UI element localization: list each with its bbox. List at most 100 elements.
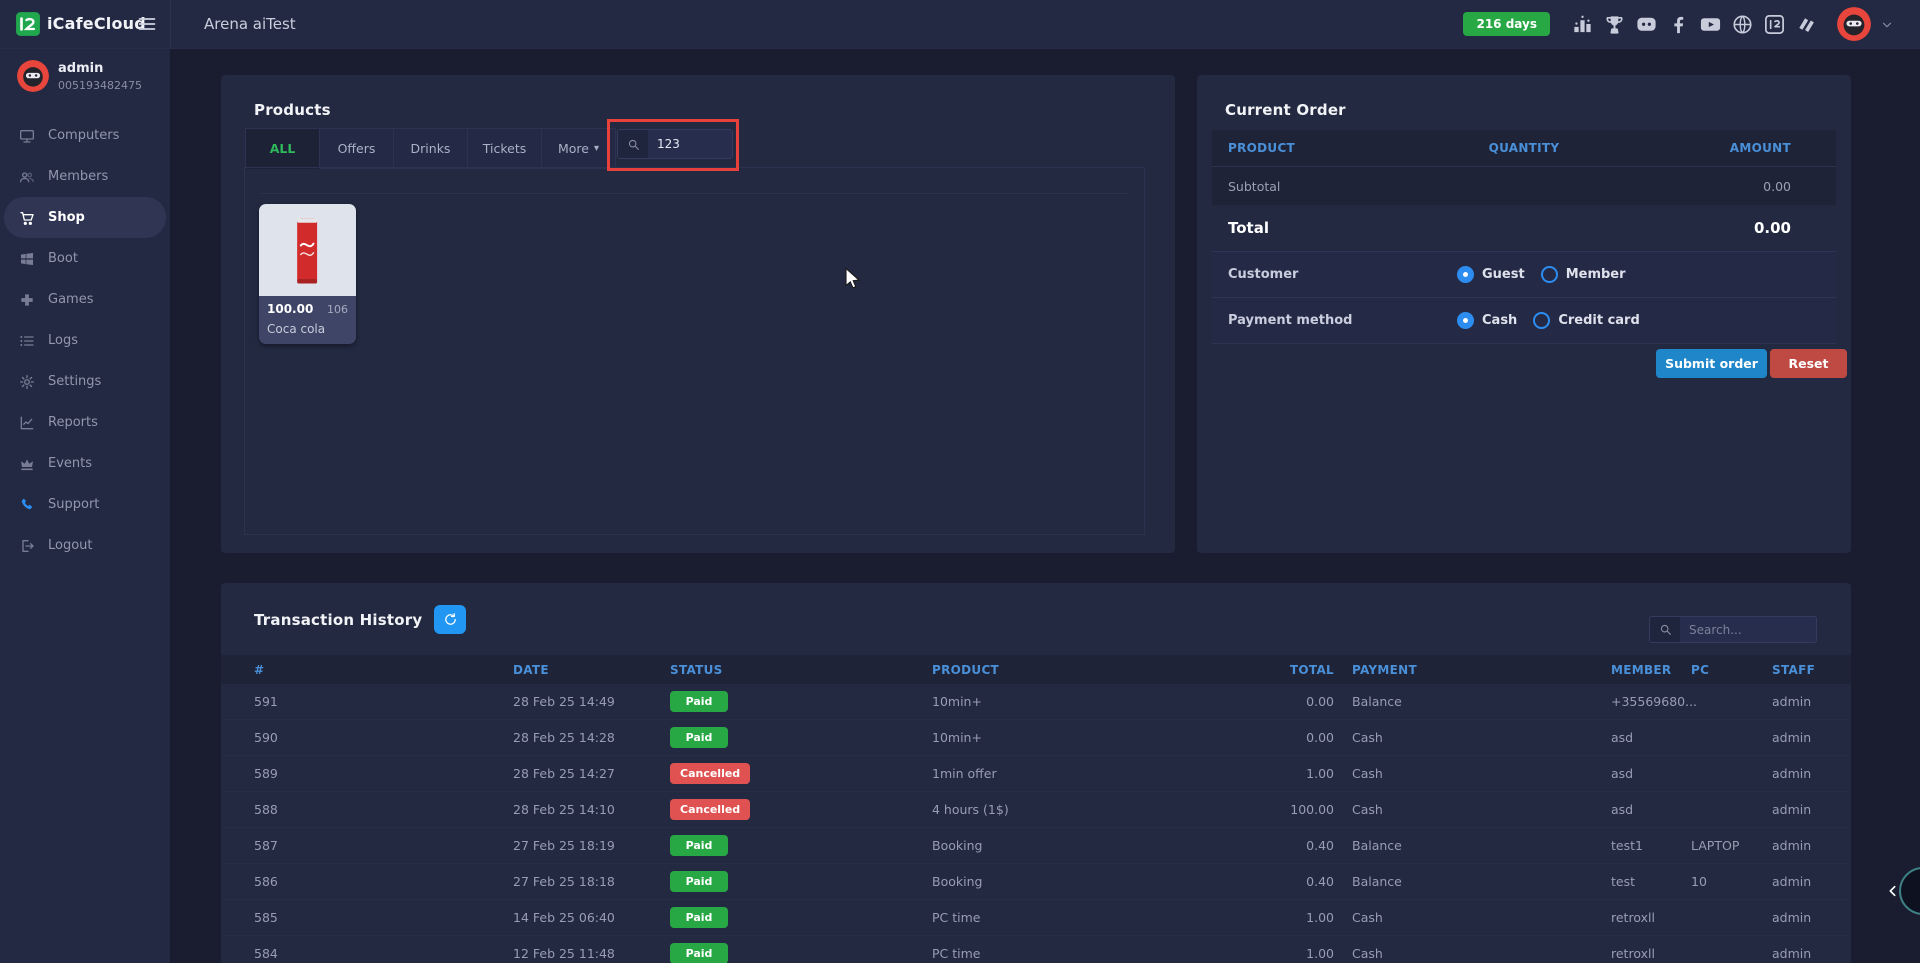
- sidebar-item-shop[interactable]: Shop: [4, 197, 166, 238]
- radio-credit-card[interactable]: Credit card: [1533, 312, 1639, 329]
- customer-radio-group: Guest Member: [1457, 266, 1626, 283]
- transactions-table: #DATESTATUSPRODUCTTOTALPAYMENTMEMBERPCST…: [221, 655, 1851, 963]
- products-separator: [261, 193, 1128, 194]
- column-header-product: PRODUCT: [1212, 141, 1420, 155]
- ranking-icon[interactable]: [1571, 13, 1594, 36]
- transactions-search-input[interactable]: [1680, 617, 1816, 642]
- chevron-down-icon[interactable]: [1880, 17, 1894, 31]
- table-row[interactable]: 58514 Feb 25 06:40PaidPC time1.00Cashret…: [221, 900, 1851, 936]
- gamepad-icon: [19, 292, 35, 308]
- status-badge: Paid: [670, 907, 728, 928]
- radio-label: Member: [1566, 267, 1626, 282]
- logout-icon: [19, 538, 35, 554]
- sidebar-item-games[interactable]: Games: [0, 279, 170, 320]
- layers-icon[interactable]: [1795, 13, 1818, 36]
- sidebar-item-label: Boot: [48, 251, 78, 266]
- products-title: Products: [254, 101, 331, 119]
- sidebar: admin 005193482475 ComputersMembers Shop B…: [0, 48, 170, 963]
- current-order-header: PRODUCT QUANTITY AMOUNT: [1212, 130, 1836, 166]
- sidebar-item-members[interactable]: Members: [0, 156, 170, 197]
- table-row[interactable]: 58928 Feb 25 14:27Cancelled1min offer1.0…: [221, 756, 1851, 792]
- products-grid: 100.00106Coca cola: [259, 204, 356, 344]
- refresh-button[interactable]: [434, 605, 466, 634]
- radio-member[interactable]: Member: [1541, 266, 1626, 283]
- transaction-history-head: Transaction History: [254, 605, 466, 634]
- column-header-id: #: [254, 663, 513, 677]
- submit-order-button[interactable]: Submit order: [1656, 349, 1767, 378]
- sidebar-item-label: Logs: [48, 333, 78, 348]
- tab-more[interactable]: More▾: [542, 128, 616, 169]
- sidebar-item-computers[interactable]: Computers: [0, 115, 170, 156]
- panel-toggle-button[interactable]: [1899, 867, 1920, 915]
- reset-button[interactable]: Reset: [1770, 349, 1847, 378]
- payment-method-label: Payment method: [1212, 313, 1352, 328]
- status-badge: Paid: [670, 835, 728, 856]
- sidebar-item-label: Settings: [48, 374, 101, 389]
- transactions-body: 59128 Feb 25 14:49Paid10min+0.00Balance+…: [221, 684, 1851, 963]
- product-card[interactable]: 100.00106Coca cola: [259, 204, 356, 344]
- trophy-icon[interactable]: [1603, 13, 1626, 36]
- payment-method-row: Payment method Cash Credit card: [1212, 297, 1836, 344]
- phone-icon: [19, 497, 35, 513]
- tab-drinks[interactable]: Drinks: [394, 128, 468, 169]
- current-order-title: Current Order: [1225, 101, 1346, 119]
- tab-all[interactable]: ALL: [245, 128, 320, 169]
- tab-offers[interactable]: Offers: [320, 128, 394, 169]
- sidebar-item-settings[interactable]: Settings: [0, 361, 170, 402]
- refresh-icon: [443, 612, 458, 627]
- menu-icon[interactable]: [137, 14, 157, 34]
- product-name: Coca cola: [267, 322, 348, 336]
- youtube-icon[interactable]: [1699, 13, 1722, 36]
- table-row[interactable]: 58727 Feb 25 18:19PaidBooking0.40Balance…: [221, 828, 1851, 864]
- discord-icon[interactable]: [1635, 13, 1658, 36]
- status-badge: Paid: [670, 943, 728, 963]
- windows-icon: [19, 251, 35, 267]
- tab-tickets[interactable]: Tickets: [468, 128, 542, 169]
- sidebar-item-label: Reports: [48, 415, 98, 430]
- table-row[interactable]: 58412 Feb 25 11:48PaidPC time1.00Cashret…: [221, 936, 1851, 963]
- license-badge[interactable]: 216 days: [1463, 12, 1550, 36]
- products-panel: Products ALLOffersDrinksTicketsMore▾ 100…: [221, 75, 1175, 553]
- table-row[interactable]: 59028 Feb 25 14:28Paid10min+0.00Cashasda…: [221, 720, 1851, 756]
- chart-icon: [19, 415, 35, 431]
- sidebar-item-events[interactable]: Events: [0, 443, 170, 484]
- sidebar-item-reports[interactable]: Reports: [0, 402, 170, 443]
- total-value: 0.00: [1628, 219, 1836, 237]
- sidebar-user[interactable]: admin 005193482475: [0, 48, 170, 110]
- user-avatar[interactable]: [1837, 7, 1871, 41]
- product-price: 100.00: [267, 302, 313, 316]
- column-header-quantity: QUANTITY: [1420, 141, 1628, 155]
- radio-circle: [1541, 266, 1558, 283]
- globe-icon[interactable]: [1731, 13, 1754, 36]
- column-header-staff: STAFF: [1772, 663, 1851, 677]
- sidebar-item-boot[interactable]: Boot: [0, 238, 170, 279]
- brand-name: iCafeCloud: [47, 14, 146, 33]
- radio-circle: [1533, 312, 1550, 329]
- sidebar-item-logs[interactable]: Logs: [0, 320, 170, 361]
- table-row[interactable]: 59128 Feb 25 14:49Paid10min+0.00Balance+…: [221, 684, 1851, 720]
- sidebar-item-label: Events: [48, 456, 92, 471]
- radio-guest[interactable]: Guest: [1457, 266, 1525, 283]
- products-search-input[interactable]: [648, 130, 732, 158]
- status-badge: Paid: [670, 727, 728, 748]
- list-icon: [19, 333, 35, 349]
- page-title: Arena aiTest: [204, 15, 296, 33]
- radio-cash[interactable]: Cash: [1457, 312, 1517, 329]
- sidebar-item-support[interactable]: Support: [0, 484, 170, 525]
- subtotal-row: Subtotal 0.00: [1212, 166, 1836, 205]
- crown-icon: [19, 456, 35, 472]
- icafe-icon[interactable]: [1763, 13, 1786, 36]
- chevron-down-icon: ▾: [594, 143, 599, 154]
- table-row[interactable]: 58828 Feb 25 14:10Cancelled4 hours (1$)1…: [221, 792, 1851, 828]
- column-header-payment: PAYMENT: [1334, 663, 1611, 677]
- brand[interactable]: iCafeCloud: [0, 0, 170, 48]
- sidebar-item-label: Shop: [48, 210, 85, 225]
- sidebar-item-label: Support: [48, 497, 99, 512]
- topbar-main: Arena aiTest 216 days: [170, 0, 1920, 48]
- topbar: iCafeCloud Arena aiTest 216 days: [0, 0, 1920, 49]
- payment-radio-group: Cash Credit card: [1457, 312, 1640, 329]
- facebook-icon[interactable]: [1667, 13, 1690, 36]
- user-name: admin: [58, 61, 103, 76]
- sidebar-item-logout[interactable]: Logout: [0, 525, 170, 566]
- table-row[interactable]: 58627 Feb 25 18:18PaidBooking0.40Balance…: [221, 864, 1851, 900]
